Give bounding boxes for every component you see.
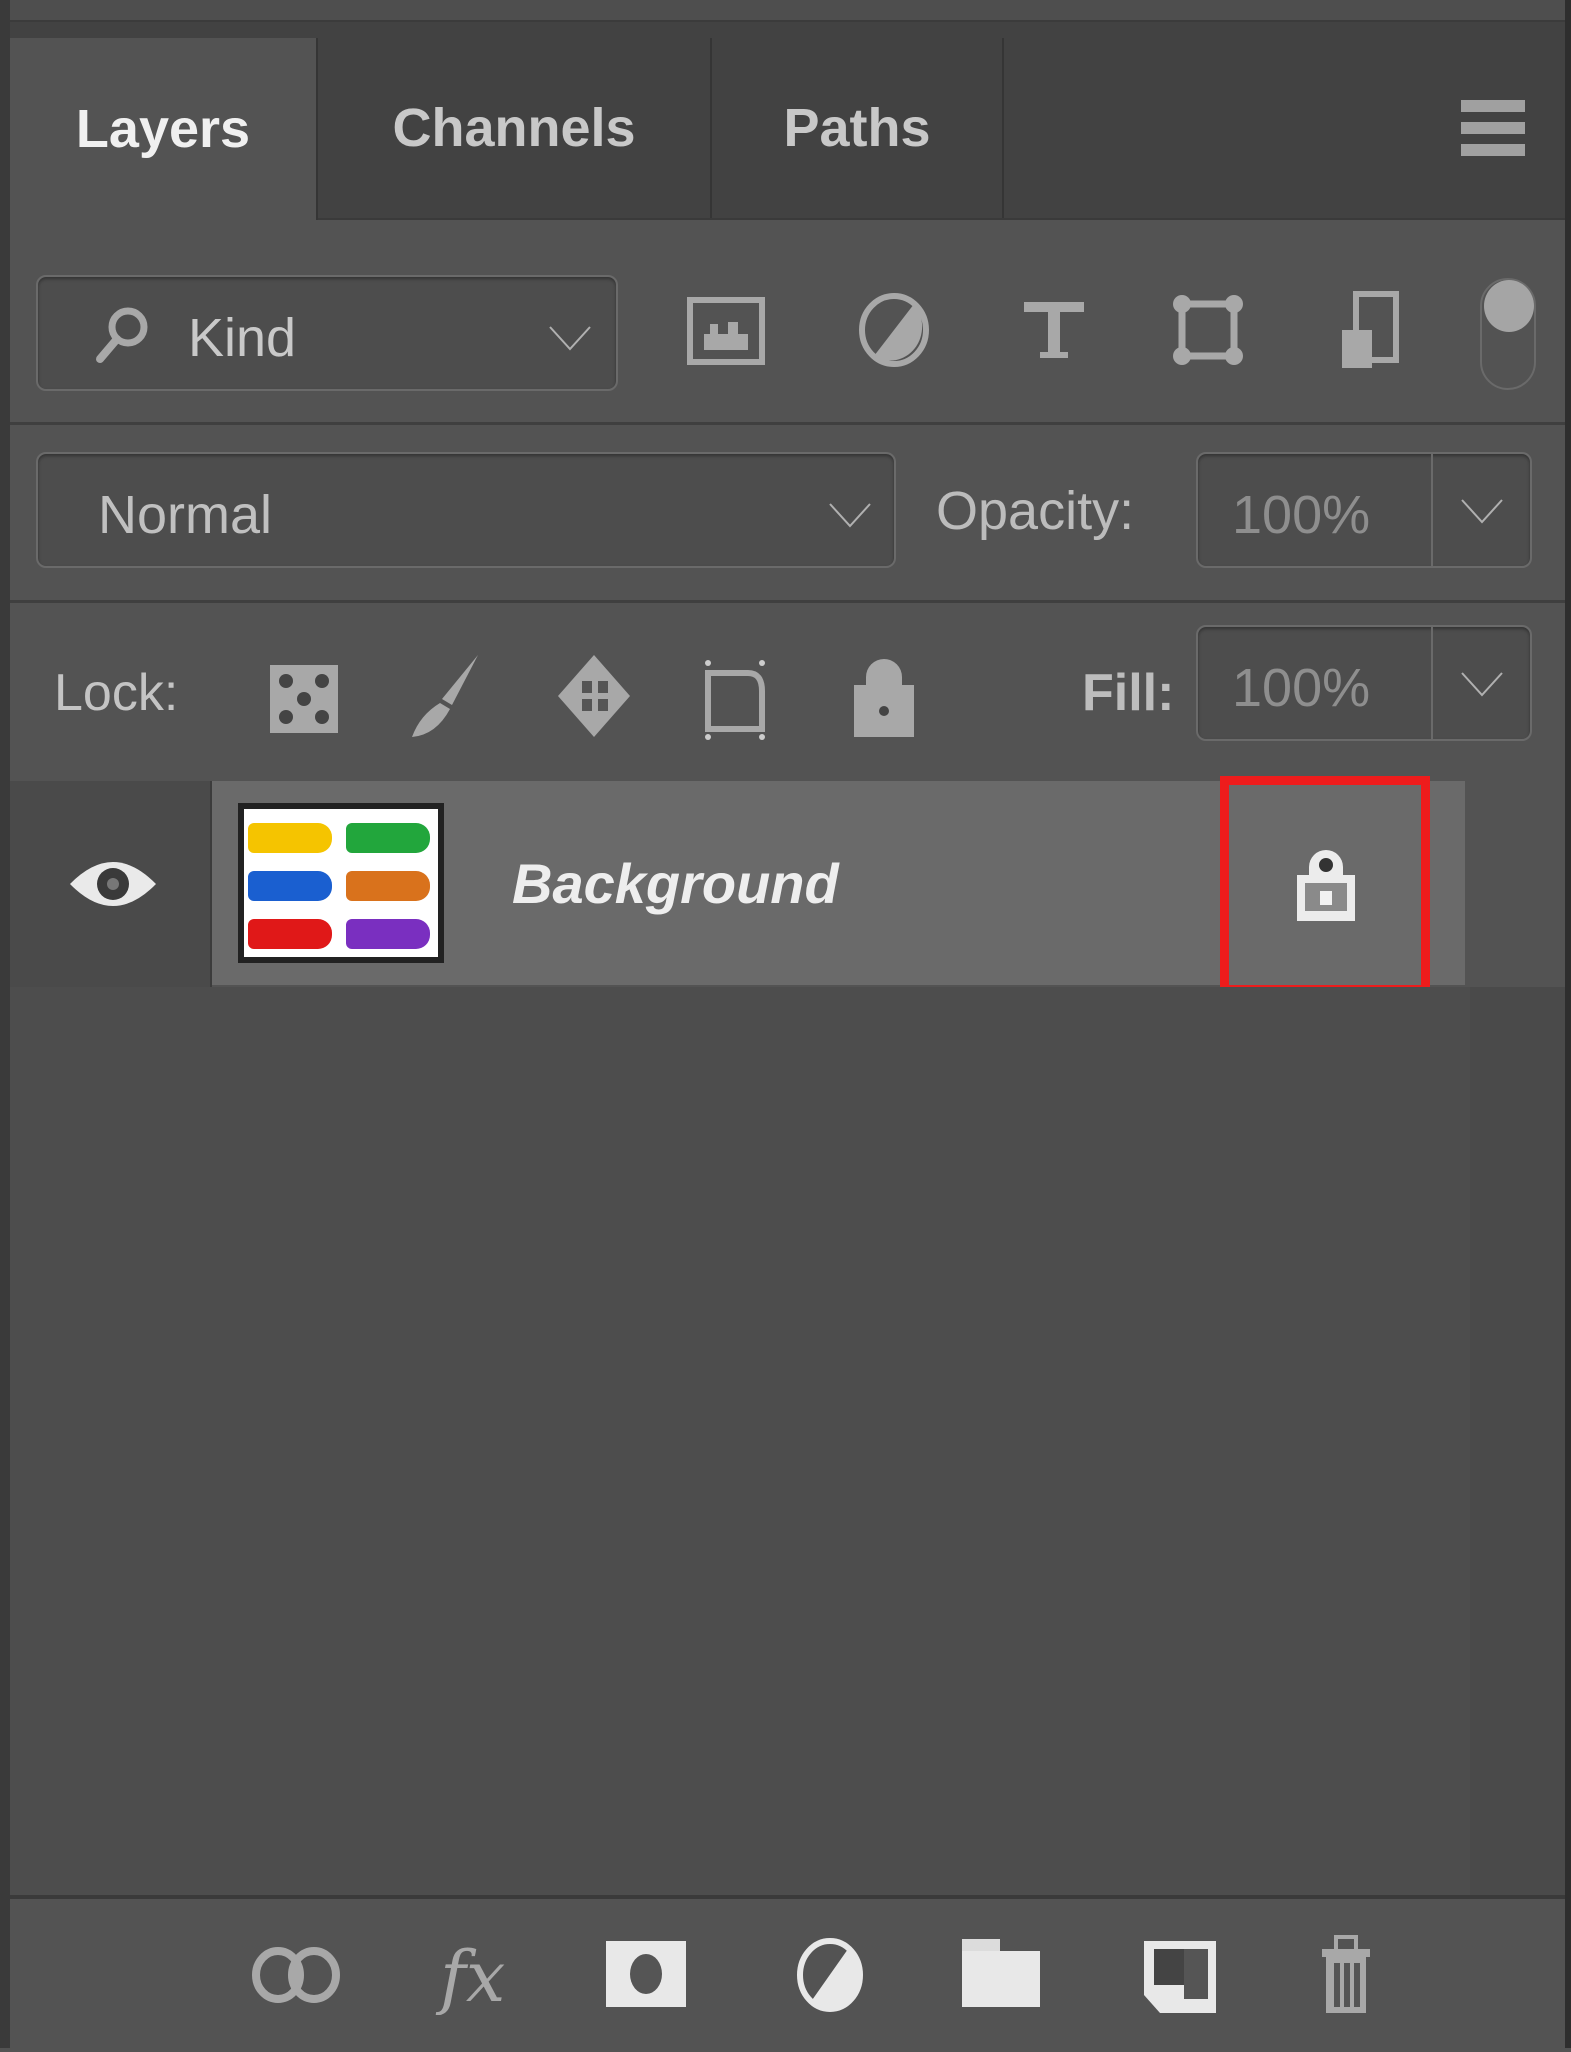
- lock-all-icon[interactable]: [844, 651, 924, 741]
- lock-transparent-pixels-icon[interactable]: [264, 651, 344, 741]
- search-icon: [96, 307, 148, 363]
- add-mask-icon[interactable]: [596, 1935, 696, 2015]
- field-divider: [1431, 454, 1433, 566]
- adjustment-layer-filter-icon[interactable]: [854, 290, 934, 370]
- chevron-down-icon: [828, 502, 872, 528]
- fill-value[interactable]: 100%: [1232, 657, 1370, 719]
- thumbnail-image: [244, 809, 438, 957]
- opacity-value[interactable]: 100%: [1232, 484, 1370, 546]
- shape-layer-filter-icon[interactable]: [1168, 290, 1248, 370]
- blend-mode-dropdown[interactable]: Normal: [36, 452, 896, 568]
- opacity-field[interactable]: 100%: [1196, 452, 1532, 568]
- layer-visibility-toggle[interactable]: [10, 781, 212, 987]
- kind-label: Kind: [188, 308, 297, 368]
- smart-object-filter-icon[interactable]: [1328, 290, 1408, 370]
- lock-image-pixels-icon[interactable]: [406, 651, 486, 741]
- fx-icon[interactable]: fx: [430, 1935, 530, 2018]
- layer-lock-highlight[interactable]: [1220, 776, 1430, 994]
- lock-label: Lock:: [54, 664, 179, 722]
- link-layers-icon[interactable]: [246, 1935, 346, 2015]
- panel-frame-left: [0, 0, 10, 2048]
- filter-row: Kind: [10, 220, 1565, 425]
- blend-mode-value: Normal: [98, 485, 273, 545]
- layer-name[interactable]: Background: [512, 851, 839, 916]
- layer-thumbnail: [238, 803, 444, 963]
- thumbnail-swatch: [346, 823, 430, 853]
- new-layer-icon[interactable]: [1130, 1935, 1230, 2015]
- kind-filter-dropdown[interactable]: Kind: [36, 275, 618, 391]
- lock-position-icon[interactable]: [554, 651, 634, 741]
- layers-bottom-toolbar: fx: [10, 1895, 1565, 2052]
- thumbnail-swatch: [248, 919, 332, 949]
- lock-artboard-icon[interactable]: [698, 651, 778, 741]
- blend-row: Normal Opacity: 100%: [10, 425, 1565, 603]
- opacity-label: Opacity:: [936, 481, 1135, 541]
- lock-row: Lock: Fill: 100%: [10, 603, 1565, 781]
- new-group-icon[interactable]: [952, 1935, 1052, 2015]
- panel-top-bar: [10, 0, 1565, 22]
- tab-channels[interactable]: Channels: [318, 38, 712, 218]
- fill-chevron-down-icon[interactable]: [1460, 671, 1504, 697]
- fill-label: Fill:: [1082, 664, 1175, 722]
- panel-frame-right: [1565, 0, 1571, 2048]
- thumbnail-swatch: [248, 823, 332, 853]
- toggle-knob: [1484, 280, 1534, 332]
- opacity-chevron-down-icon[interactable]: [1460, 498, 1504, 524]
- field-divider: [1431, 627, 1433, 739]
- fill-field[interactable]: 100%: [1196, 625, 1532, 741]
- eye-icon: [70, 862, 156, 906]
- type-layer-filter-icon[interactable]: [1014, 290, 1094, 370]
- tab-paths[interactable]: Paths: [712, 38, 1004, 218]
- pixel-layer-filter-icon[interactable]: [686, 290, 766, 370]
- adjustment-layer-icon[interactable]: [780, 1935, 880, 2015]
- thumbnail-swatch: [248, 871, 332, 901]
- thumbnail-swatch: [346, 871, 430, 901]
- layers-list-scroll-gutter: [1470, 987, 1565, 1895]
- tab-layers[interactable]: Layers: [10, 38, 318, 220]
- filter-toggle[interactable]: [1480, 278, 1536, 390]
- layer-lock-icon[interactable]: [1291, 847, 1361, 925]
- panel-menu-icon[interactable]: [1461, 100, 1525, 156]
- svg-text:fx: fx: [435, 1936, 505, 2015]
- panel-tabs: Layers Channels Paths: [10, 38, 1565, 220]
- chevron-down-icon: [548, 325, 592, 351]
- delete-layer-icon[interactable]: [1296, 1935, 1396, 2015]
- panel-header-strip: [10, 22, 1565, 38]
- layers-list-empty-area: [10, 987, 1470, 1895]
- thumbnail-swatch: [346, 919, 430, 949]
